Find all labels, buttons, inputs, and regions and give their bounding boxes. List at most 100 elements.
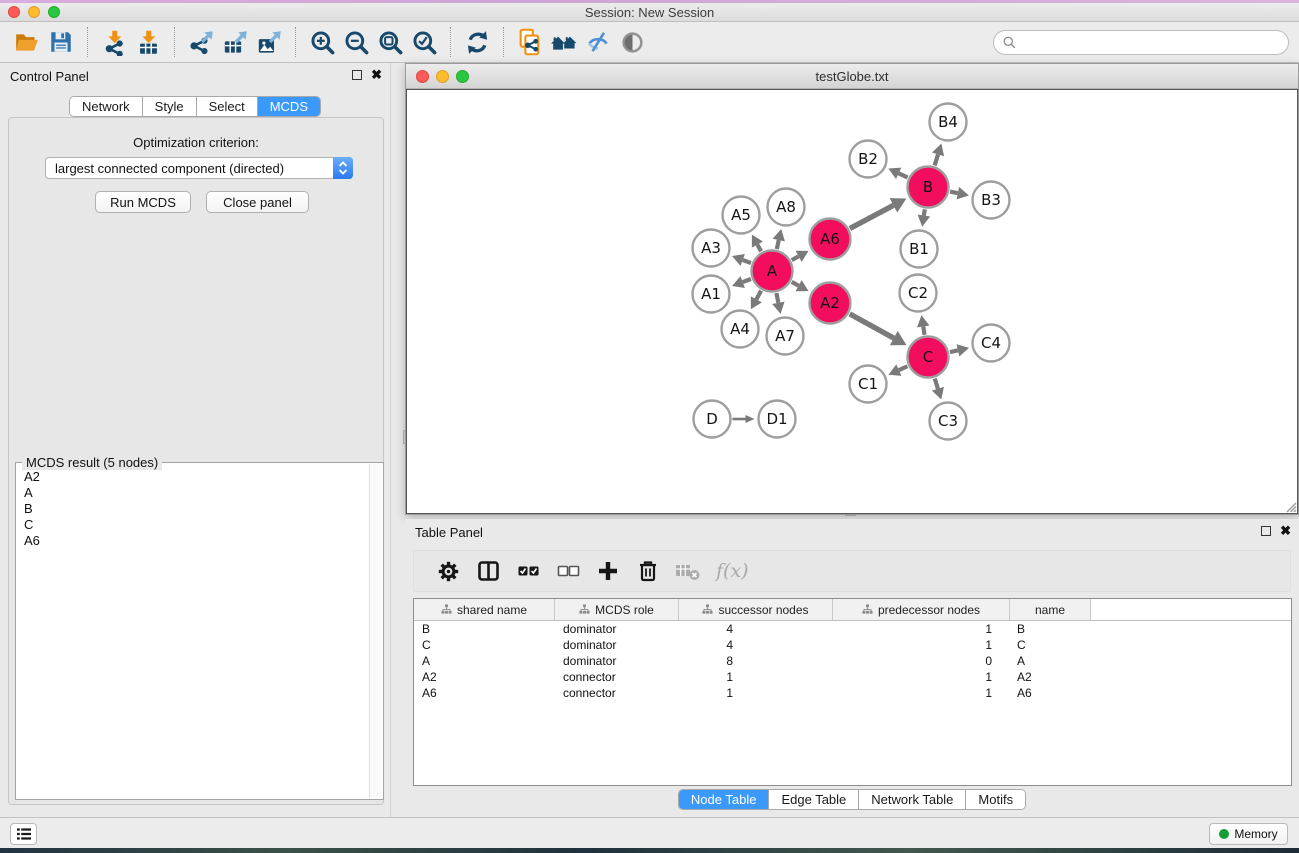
graph-node-B3[interactable]: B3	[973, 182, 1010, 219]
graph-node-C2[interactable]: C2	[900, 275, 937, 312]
graph-node-B1[interactable]: B1	[901, 231, 938, 268]
column-header-MCDS-role[interactable]: MCDS role	[555, 599, 679, 620]
table-tab-network-table[interactable]: Network Table	[858, 790, 965, 809]
refresh-button[interactable]	[460, 26, 494, 58]
graph-edge-A-A5[interactable]	[752, 235, 763, 252]
graph-node-A[interactable]: A	[752, 251, 793, 292]
graph-edge-A-A3[interactable]	[732, 254, 751, 266]
close-panel-button[interactable]: Close panel	[206, 191, 309, 213]
graph-node-C1[interactable]: C1	[850, 366, 887, 403]
graph-node-B2[interactable]: B2	[850, 141, 887, 178]
graph-edge-B-B3[interactable]	[950, 187, 969, 199]
table-row[interactable]: A6connector11A6	[414, 685, 1291, 701]
criterion-dropdown[interactable]: largest connected component (directed)	[45, 157, 353, 179]
graph-edge-B-B2[interactable]	[888, 168, 907, 179]
graph-edge-A-A8[interactable]	[773, 229, 785, 249]
zoom-fit-button[interactable]	[373, 26, 407, 58]
graph-edge-A-A4[interactable]	[751, 291, 762, 310]
deselect-all-button[interactable]	[548, 554, 588, 588]
resize-grip-icon[interactable]	[1283, 499, 1297, 513]
graph-node-D1[interactable]: D1	[759, 401, 796, 438]
tab-select[interactable]: Select	[196, 97, 257, 116]
open-file-button[interactable]	[10, 26, 44, 58]
table-tab-motifs[interactable]: Motifs	[965, 790, 1025, 809]
graph-edge-B-B4[interactable]	[932, 144, 944, 166]
run-mcds-button[interactable]: Run MCDS	[95, 191, 191, 213]
tab-mcds[interactable]: MCDS	[257, 97, 320, 116]
table-row[interactable]: Adominator80A	[414, 653, 1291, 669]
search-input[interactable]	[1022, 35, 1280, 49]
result-scrollbar[interactable]	[369, 464, 382, 798]
settings-button[interactable]	[428, 554, 468, 588]
export-network-button[interactable]	[184, 26, 218, 58]
graph-node-A8[interactable]: A8	[768, 189, 805, 226]
graph-node-A4[interactable]: A4	[722, 311, 759, 348]
task-history-button[interactable]	[10, 823, 37, 845]
graph-edge-C-C3[interactable]	[932, 378, 944, 399]
tab-style[interactable]: Style	[142, 97, 196, 116]
import-table-button[interactable]	[131, 26, 165, 58]
column-header-successor-nodes[interactable]: successor nodes	[679, 599, 833, 620]
delete-table-button[interactable]	[668, 554, 708, 588]
delete-row-button[interactable]	[628, 554, 668, 588]
table-tab-node-table[interactable]: Node Table	[679, 790, 769, 809]
network-window-titlebar[interactable]: testGlobe.txt	[406, 64, 1298, 89]
graph-node-B4[interactable]: B4	[930, 104, 967, 141]
result-item[interactable]: A2	[16, 469, 369, 485]
graph-edge-D-D1[interactable]	[733, 415, 755, 423]
table-row[interactable]: Cdominator41C	[414, 637, 1291, 653]
search-field[interactable]	[993, 30, 1289, 55]
float-table-panel-icon[interactable]	[1261, 526, 1271, 536]
graph-edge-C-C1[interactable]	[889, 364, 908, 375]
graph-edge-B-B1[interactable]	[918, 209, 930, 226]
hide-selected-button[interactable]	[581, 26, 615, 58]
tab-network[interactable]: Network	[70, 97, 142, 116]
float-panel-icon[interactable]	[352, 70, 362, 80]
save-session-button[interactable]	[44, 26, 78, 58]
graph-node-A6[interactable]: A6	[810, 219, 851, 260]
graph-node-C3[interactable]: C3	[930, 403, 967, 440]
graph-edge-A-A2[interactable]	[792, 280, 809, 291]
graph-edge-C-C4[interactable]	[950, 344, 969, 356]
show-graphics-button[interactable]	[615, 26, 649, 58]
graph-node-B[interactable]: B	[908, 167, 949, 208]
close-panel-icon[interactable]: ✖	[371, 70, 382, 80]
zoom-selected-button[interactable]	[407, 26, 441, 58]
graph-node-A1[interactable]: A1	[693, 276, 730, 313]
export-table-button[interactable]	[218, 26, 252, 58]
graph-node-A7[interactable]: A7	[767, 318, 804, 355]
table-tab-edge-table[interactable]: Edge Table	[768, 790, 858, 809]
column-header-shared-name[interactable]: shared name	[414, 599, 555, 620]
function-builder-button[interactable]: f(x)	[716, 560, 749, 582]
select-all-button[interactable]	[508, 554, 548, 588]
graph-edge-A6-B[interactable]	[850, 198, 906, 228]
close-table-panel-icon[interactable]: ✖	[1280, 526, 1291, 536]
copy-network-button[interactable]	[513, 26, 547, 58]
import-network-button[interactable]	[97, 26, 131, 58]
graph-edge-A2-C[interactable]	[850, 314, 907, 345]
graph-node-A5[interactable]: A5	[723, 197, 760, 234]
result-item[interactable]: B	[16, 501, 369, 517]
network-canvas[interactable]: B4B2BB3A8A5A6A3B1AA1C2A2A4A7C4CC1C3DD1	[406, 89, 1298, 514]
result-item[interactable]: A	[16, 485, 369, 501]
graph-edge-A-A6[interactable]	[792, 251, 809, 262]
memory-button[interactable]: Memory	[1209, 823, 1288, 845]
export-image-button[interactable]	[252, 26, 286, 58]
graph-node-A3[interactable]: A3	[693, 230, 730, 267]
home-button[interactable]	[547, 26, 581, 58]
column-header-predecessor-nodes[interactable]: predecessor nodes	[833, 599, 1010, 620]
split-column-button[interactable]	[468, 554, 508, 588]
zoom-out-button[interactable]	[339, 26, 373, 58]
table-row[interactable]: Bdominator41B	[414, 621, 1291, 637]
graph-node-C[interactable]: C	[908, 337, 949, 378]
graph-edge-C-C2[interactable]	[917, 315, 929, 335]
graph-node-D[interactable]: D	[694, 401, 731, 438]
zoom-in-button[interactable]	[305, 26, 339, 58]
graph-edge-A-A7[interactable]	[772, 293, 784, 314]
result-item[interactable]: C	[16, 517, 369, 533]
graph-node-A2[interactable]: A2	[810, 283, 851, 324]
column-header-name[interactable]: name	[1010, 599, 1091, 620]
table-row[interactable]: A2connector11A2	[414, 669, 1291, 685]
result-item[interactable]: A6	[16, 533, 369, 549]
add-row-button[interactable]	[588, 554, 628, 588]
